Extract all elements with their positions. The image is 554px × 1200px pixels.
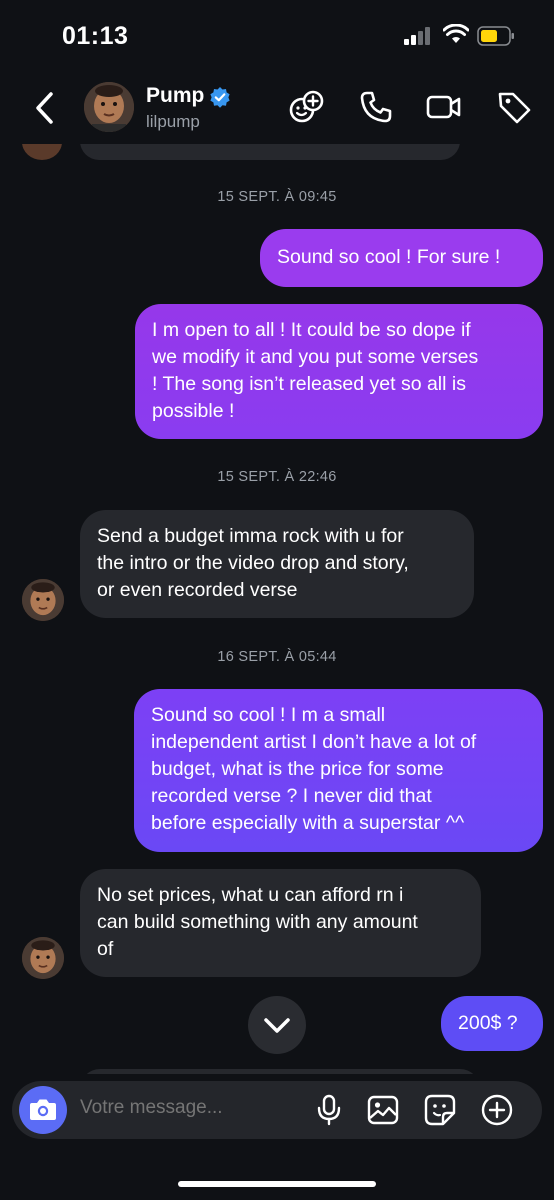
message-bubble-outgoing[interactable]: I m open to all ! It could be so dope if…	[135, 304, 543, 439]
avatar	[22, 144, 62, 160]
message-bubble-incoming	[80, 144, 460, 160]
timestamp: 15 SEPT. À 09:45	[217, 189, 337, 205]
message-text: recorded verse ? I never did that	[151, 785, 432, 807]
message-composer	[12, 1081, 542, 1139]
camera-icon	[30, 1099, 56, 1120]
verified-badge-icon	[210, 87, 230, 108]
tag-icon[interactable]	[496, 89, 532, 125]
back-chevron-icon[interactable]	[30, 88, 60, 128]
message-text: we modify it and you put some verses	[152, 346, 479, 368]
message-text: independent artist I don’t have a lot of	[151, 731, 477, 753]
message-bubble-incoming[interactable]: No set prices, what u can afford rn i ca…	[80, 869, 481, 977]
message-list[interactable]: 15 SEPT. À 09:45 Sound so cool ! For sur…	[0, 144, 554, 1074]
message-bubble-incoming[interactable]: Send a budget imma rock with u for the i…	[80, 510, 474, 618]
video-camera-icon[interactable]	[426, 89, 462, 125]
avatar[interactable]	[22, 579, 64, 621]
message-text: Sound so cool ! I m a small	[151, 704, 386, 726]
message-text: the intro or the video drop and story,	[97, 552, 409, 574]
message-text: budget, what is the price for some	[151, 758, 444, 780]
phone-icon[interactable]	[358, 89, 394, 125]
microphone-icon[interactable]	[312, 1093, 346, 1127]
message-bubble-outgoing[interactable]: Sound so cool ! For sure !	[260, 229, 543, 287]
message-text: ! The song isn’t released yet so all is	[152, 373, 466, 395]
chevron-down-icon	[264, 1018, 290, 1033]
message-input[interactable]	[80, 1097, 300, 1119]
home-indicator	[178, 1181, 376, 1187]
effects-icon[interactable]	[288, 89, 324, 125]
message-text: I m open to all ! It could be so dope if	[152, 319, 471, 341]
timestamp: 15 SEPT. À 22:46	[217, 469, 337, 485]
sticker-icon[interactable]	[423, 1093, 457, 1127]
message-text: or even recorded verse	[97, 579, 298, 601]
message-text: can build something with any amount	[97, 911, 418, 933]
avatar[interactable]	[84, 82, 134, 132]
message-text: Sound so cool ! For sure !	[277, 246, 501, 268]
message-text: Send a budget imma rock with u for	[97, 525, 404, 547]
battery-icon	[477, 26, 514, 46]
message-bubble-incoming	[80, 1069, 480, 1074]
status-bar: 01:13	[0, 0, 554, 74]
message-text: of	[97, 938, 114, 960]
message-text: 200$ ?	[458, 1012, 518, 1034]
message-bubble-outgoing[interactable]: Sound so cool ! I m a small independent …	[134, 689, 543, 852]
chat-header: Pump lilpump	[0, 74, 554, 144]
scroll-to-bottom-button[interactable]	[248, 996, 306, 1054]
timestamp: 16 SEPT. À 05:44	[217, 649, 337, 665]
camera-button[interactable]	[19, 1086, 67, 1134]
contact-username[interactable]: lilpump	[146, 112, 200, 132]
plus-circle-icon[interactable]	[480, 1093, 514, 1127]
avatar[interactable]	[22, 937, 64, 979]
wifi-icon	[443, 24, 469, 43]
contact-name[interactable]: Pump	[146, 84, 204, 108]
message-bubble-outgoing[interactable]: 200$ ?	[441, 996, 543, 1051]
status-time: 01:13	[62, 22, 129, 50]
message-text: before especially with a superstar ^^	[151, 812, 465, 834]
cellular-signal-icon	[404, 27, 434, 45]
message-text: No set prices, what u can afford rn i	[97, 884, 404, 906]
message-text: possible !	[152, 400, 235, 422]
image-icon[interactable]	[366, 1093, 400, 1127]
